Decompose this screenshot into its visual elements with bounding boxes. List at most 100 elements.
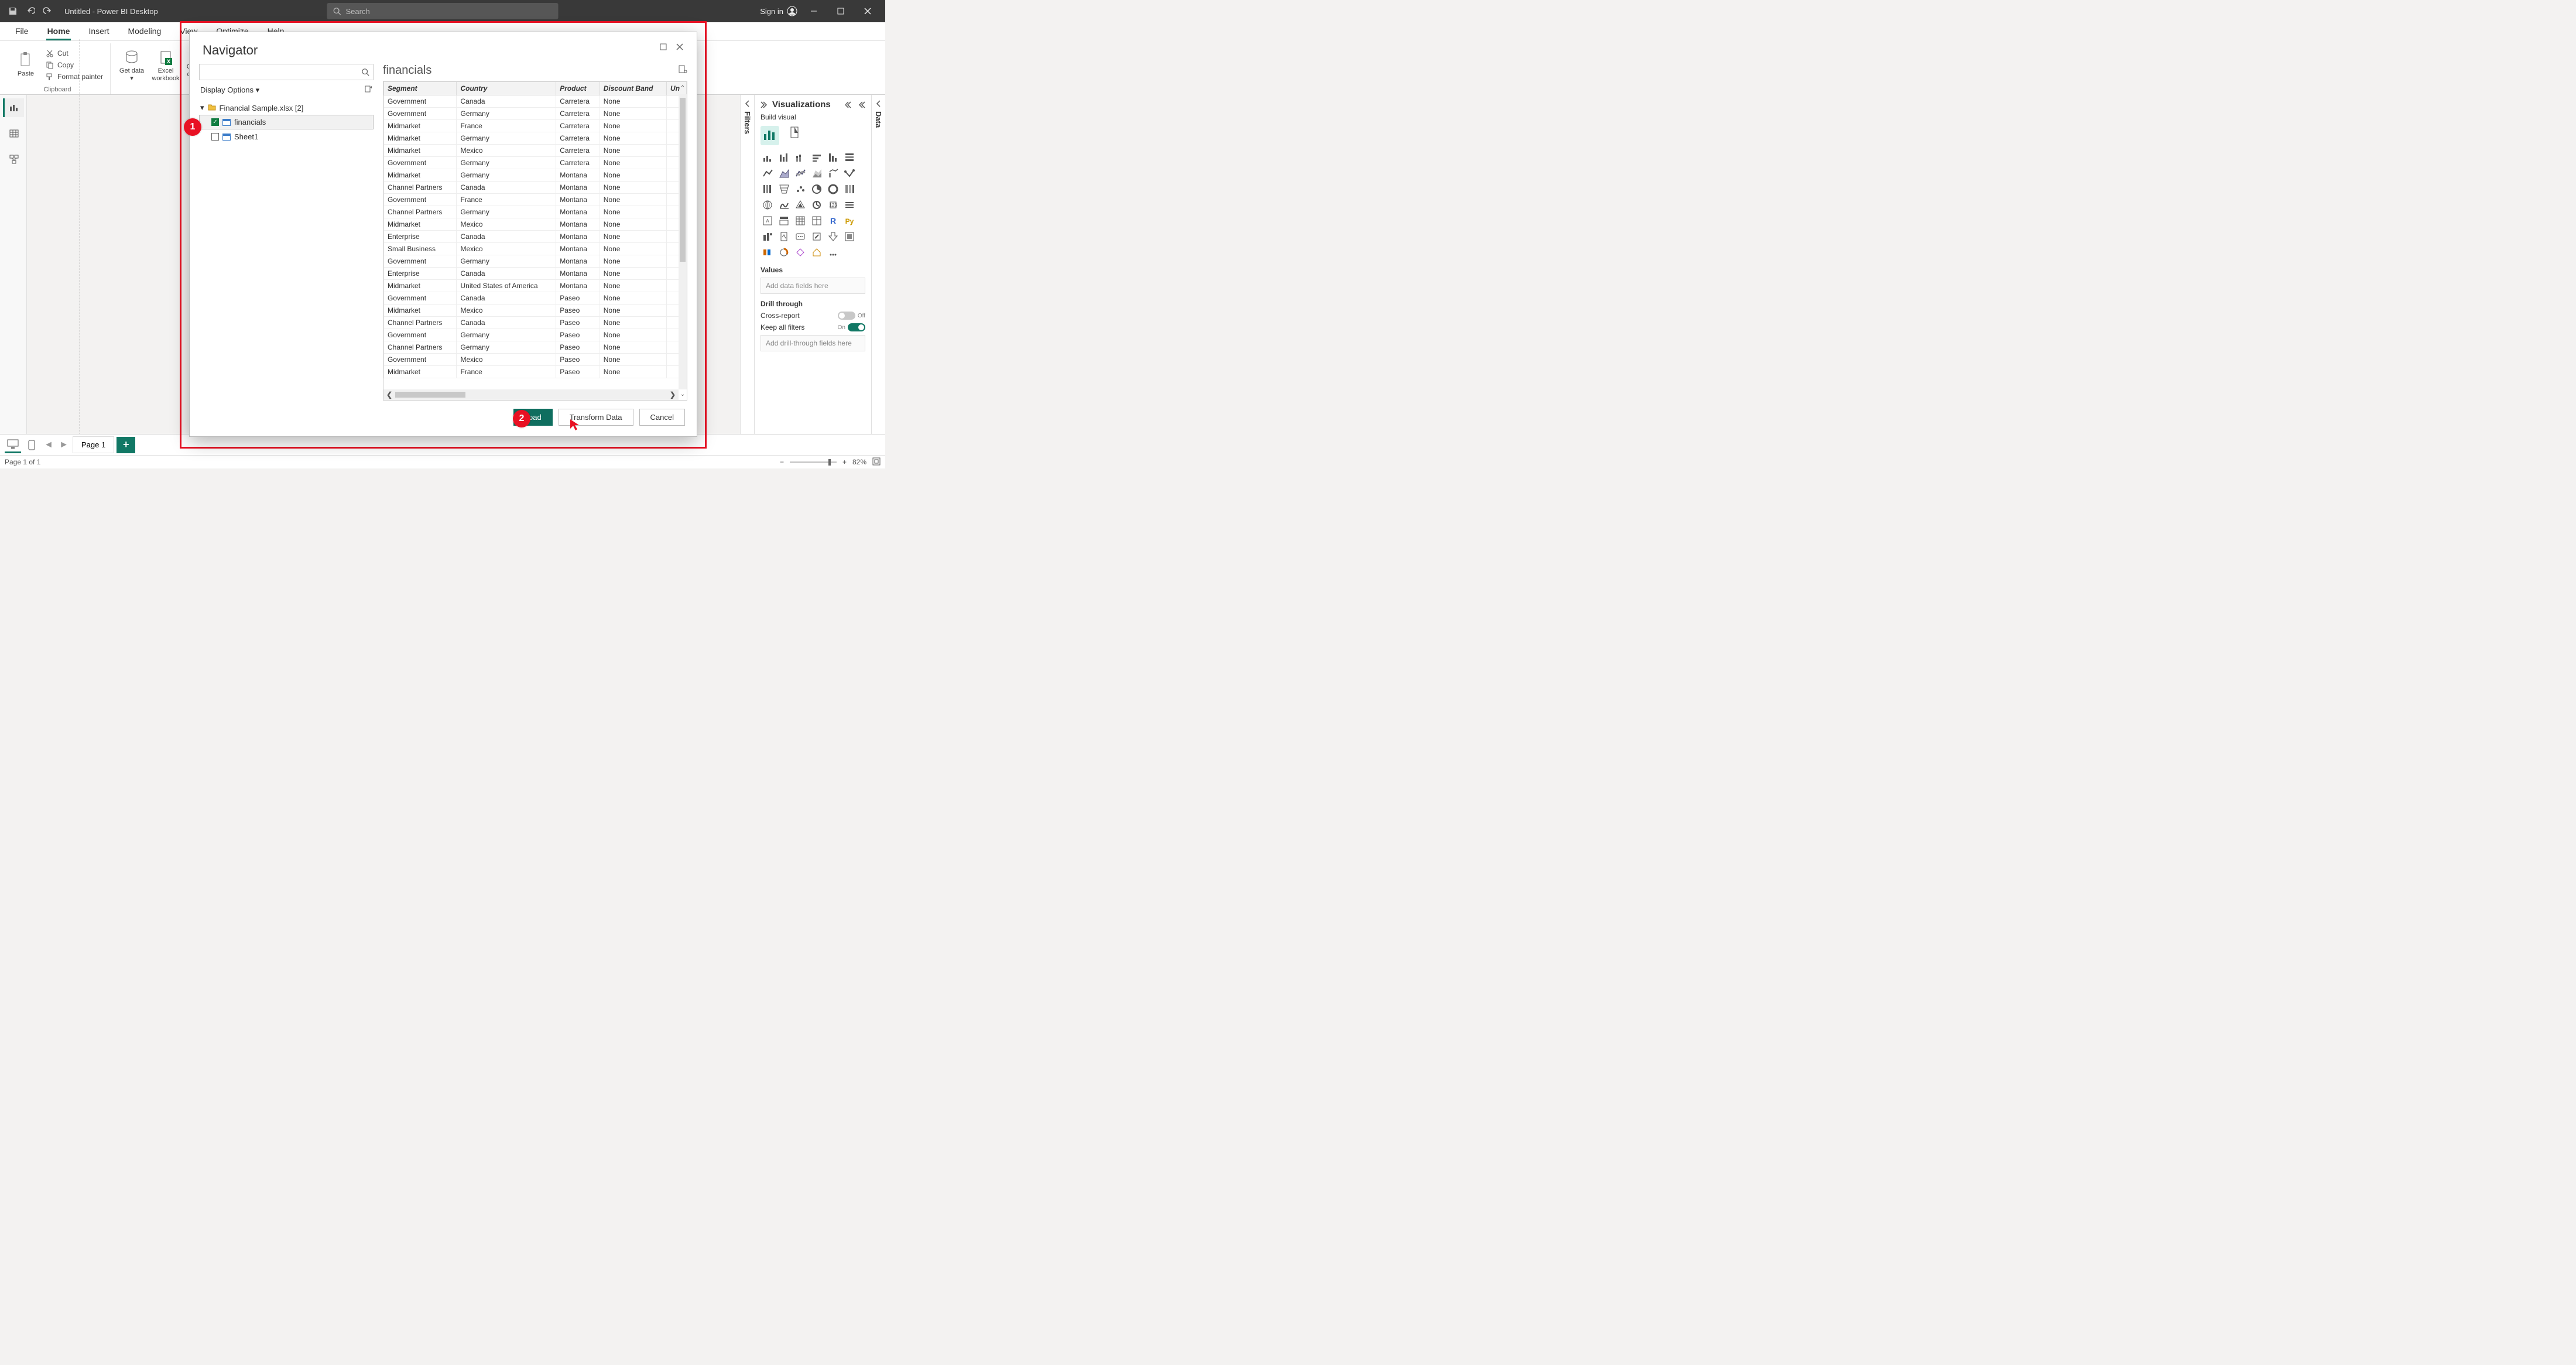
save-icon[interactable] [8,6,18,16]
table-row[interactable]: MidmarketMexicoCarreteraNone [384,145,687,157]
column-header[interactable]: Discount Band [600,82,666,95]
column-header[interactable]: Country [457,82,556,95]
column-header[interactable]: Segment [384,82,457,95]
dialog-maximize-icon[interactable] [659,43,667,54]
table-row[interactable]: Channel PartnersGermanyMontanaNone [384,206,687,218]
column-header[interactable]: Product [556,82,600,95]
viz-type-39[interactable] [810,246,824,259]
viz-type-22[interactable]: 123 [826,199,840,211]
refresh-icon[interactable] [364,85,372,95]
viz-type-8[interactable] [793,167,807,180]
viz-type-11[interactable] [842,167,857,180]
report-view-icon[interactable] [3,98,24,117]
build-visual-tab-icon[interactable] [761,126,779,145]
add-page-button[interactable]: + [117,437,135,453]
table-row[interactable]: Small BusinessMexicoMontanaNone [384,243,687,255]
horizontal-scrollbar[interactable]: ❮ ❯ [383,389,679,400]
collapse-all-icon[interactable] [857,101,865,109]
viz-type-20[interactable] [793,199,807,211]
search-input[interactable]: Search [327,3,559,19]
viz-type-3[interactable] [810,151,824,164]
table-row[interactable]: GovernmentFranceMontanaNone [384,194,687,206]
viz-type-5[interactable] [842,151,857,164]
mobile-layout-icon[interactable] [23,437,40,453]
display-options-dropdown[interactable]: Display Options ▾ [200,85,259,95]
redo-icon[interactable] [43,6,53,16]
viz-type-37[interactable] [777,246,791,259]
vertical-scrollbar[interactable]: ⌃ ⌄ [679,94,687,389]
menu-modeling[interactable]: Modeling [118,23,170,40]
close-icon[interactable] [857,0,878,22]
drillthrough-field-well[interactable]: Add drill-through fields here [761,335,865,351]
table-row[interactable]: MidmarketUnited States of AmericaMontana… [384,280,687,292]
table-row[interactable]: GovernmentGermanyCarreteraNone [384,157,687,169]
table-row[interactable]: MidmarketMexicoMontanaNone [384,218,687,231]
undo-icon[interactable] [26,6,35,16]
viz-type-12[interactable] [761,183,775,196]
table-row[interactable]: EnterpriseCanadaMontanaNone [384,231,687,243]
viz-type-26[interactable] [793,214,807,227]
viz-type-0[interactable] [761,151,775,164]
viz-type-17[interactable] [842,183,857,196]
expand-icon[interactable] [845,101,854,109]
viz-type-32[interactable] [793,230,807,243]
viz-type-40[interactable] [826,246,840,259]
viz-type-4[interactable] [826,151,840,164]
viz-type-28[interactable]: R [826,214,840,227]
viz-type-10[interactable] [826,167,840,180]
table-row[interactable]: MidmarketGermanyCarreteraNone [384,132,687,145]
table-row[interactable]: Channel PartnersCanadaPaseoNone [384,317,687,329]
preview-options-icon[interactable] [678,64,687,77]
table-row[interactable]: MidmarketMexicoPaseoNone [384,305,687,317]
viz-type-29[interactable]: Py [842,214,857,227]
menu-home[interactable]: Home [38,23,80,40]
tree-item-financials[interactable]: financials [199,115,374,129]
viz-type-13[interactable] [777,183,791,196]
data-view-icon[interactable] [3,124,24,143]
prev-page-icon[interactable]: ◄ [42,440,55,450]
viz-type-34[interactable] [826,230,840,243]
viz-type-23[interactable] [842,199,857,211]
model-view-icon[interactable] [3,150,24,169]
data-pane-collapsed[interactable]: Data [871,95,885,442]
cancel-button[interactable]: Cancel [639,409,685,426]
viz-type-18[interactable] [761,199,775,211]
table-row[interactable]: MidmarketGermanyMontanaNone [384,169,687,182]
checkbox-financials[interactable] [211,118,219,126]
table-row[interactable]: EnterpriseCanadaMontanaNone [384,268,687,280]
signin-button[interactable]: Sign in [760,6,797,16]
table-row[interactable]: GovernmentCanadaPaseoNone [384,292,687,305]
fit-to-page-icon[interactable] [872,457,881,467]
maximize-icon[interactable] [830,0,851,22]
desktop-layout-icon[interactable] [5,437,21,453]
menu-file[interactable]: File [6,23,38,40]
viz-type-35[interactable] [842,230,857,243]
cross-report-toggle[interactable] [838,312,855,320]
viz-type-9[interactable] [810,167,824,180]
next-page-icon[interactable]: ► [57,440,70,450]
viz-type-25[interactable] [777,214,791,227]
table-row[interactable]: Channel PartnersCanadaMontanaNone [384,182,687,194]
tree-item-sheet1[interactable]: Sheet1 [199,129,374,144]
page-tab-1[interactable]: Page 1 [73,436,114,453]
table-row[interactable]: GovernmentMexicoPaseoNone [384,354,687,366]
viz-type-15[interactable] [810,183,824,196]
viz-type-24[interactable]: A [761,214,775,227]
viz-type-7[interactable] [777,167,791,180]
format-visual-tab-icon[interactable] [787,126,801,145]
viz-type-30[interactable] [761,230,775,243]
dialog-close-icon[interactable] [676,43,684,54]
paste-button[interactable]: Paste [9,43,42,86]
navigator-search-input[interactable] [199,64,374,80]
zoom-slider[interactable] [790,461,837,463]
viz-type-38[interactable] [793,246,807,259]
table-row[interactable]: MidmarketFrancePaseoNone [384,366,687,378]
viz-type-1[interactable] [777,151,791,164]
viz-type-2[interactable] [793,151,807,164]
viz-type-6[interactable] [761,167,775,180]
viz-type-16[interactable] [826,183,840,196]
zoom-out-button[interactable]: − [780,458,784,466]
table-row[interactable]: GovernmentGermanyPaseoNone [384,329,687,341]
table-row[interactable]: GovernmentGermanyCarreteraNone [384,108,687,120]
tree-file-node[interactable]: ▾ Financial Sample.xlsx [2] [199,101,374,115]
